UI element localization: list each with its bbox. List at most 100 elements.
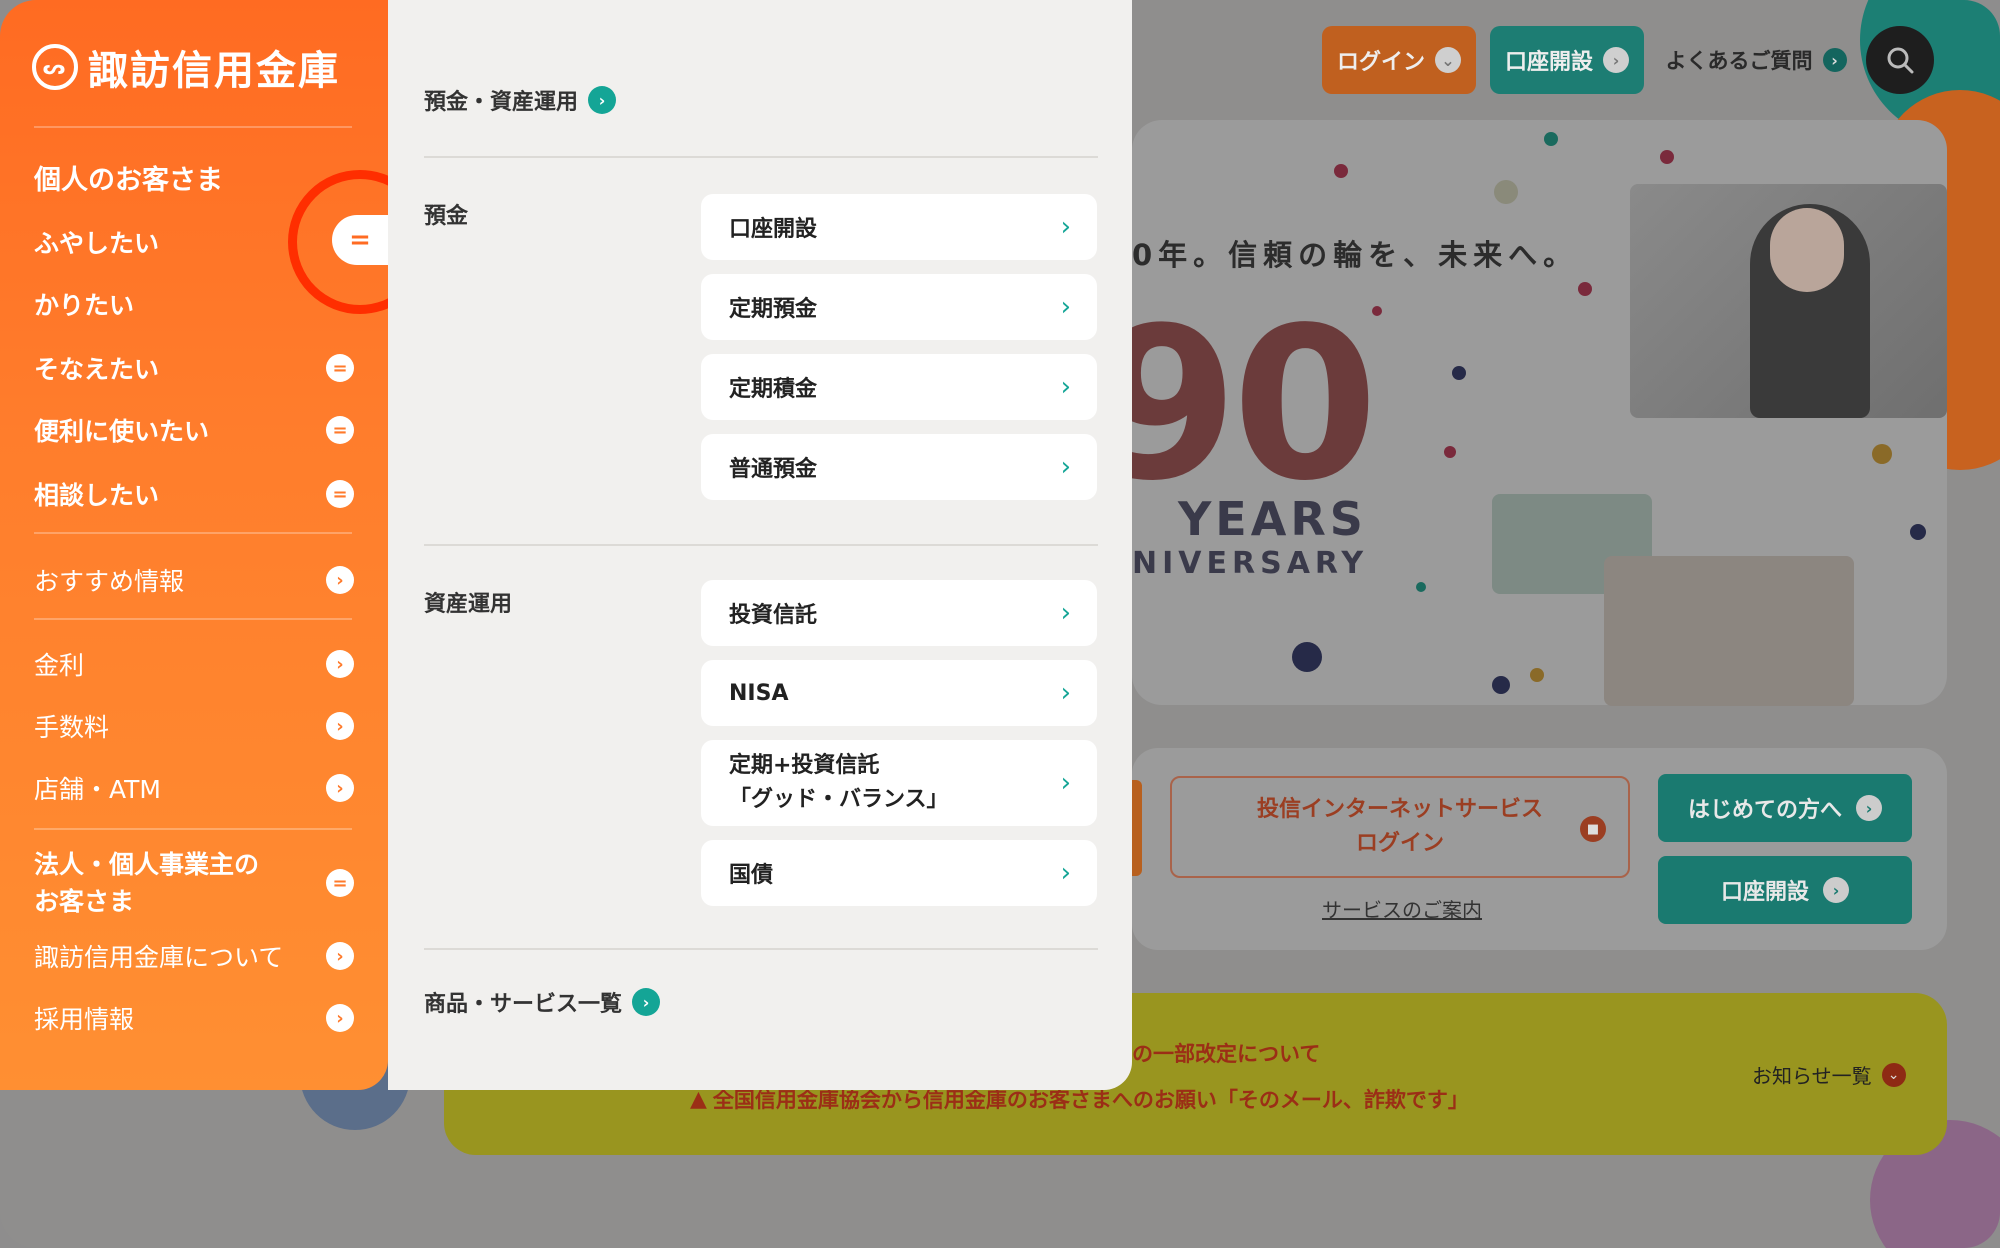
sidebar-item-label: 諏訪信用金庫について bbox=[34, 943, 284, 972]
menu-card-ordinary-deposit[interactable]: 普通預金 › bbox=[701, 434, 1097, 500]
menu-card-label-line2: 「グッド・バランス」 bbox=[729, 787, 949, 812]
divider bbox=[424, 948, 1098, 950]
menu-expand-icon: = bbox=[326, 354, 354, 382]
submenu-panel: 預金・資産運用 › 預金 口座開設 › 定期預金 › 定期積金 › 普通預金 ›… bbox=[388, 0, 1132, 1090]
sidebar-item-consult[interactable]: 相談したい = bbox=[34, 476, 354, 512]
sidebar-item-recommended[interactable]: おすすめ情報 › bbox=[34, 562, 354, 598]
sidebar-item-recruit[interactable]: 採用情報 › bbox=[34, 1000, 354, 1036]
chevron-right-icon: › bbox=[326, 942, 354, 970]
sidebar-item-fees[interactable]: 手数料 › bbox=[34, 708, 354, 744]
menu-expand-icon: = bbox=[326, 480, 354, 508]
internet-login-line1: 投信インターネットサービス bbox=[1256, 797, 1543, 822]
chevron-right-icon: › bbox=[326, 1004, 354, 1032]
menu-card-installment-savings[interactable]: 定期積金 › bbox=[701, 354, 1097, 420]
sidebar-item-corporate[interactable]: 法人・個人事業主の お客さま = bbox=[34, 846, 354, 920]
hero-photo-family bbox=[1604, 556, 1854, 706]
chevron-right-icon: › bbox=[1822, 48, 1847, 72]
confetti-dot bbox=[1530, 668, 1544, 682]
investment-group-label: 資産運用 bbox=[424, 592, 513, 617]
first-time-label: はじめての方へ bbox=[1687, 798, 1842, 823]
chevron-right-icon: › bbox=[1060, 452, 1071, 482]
chevron-right-icon: › bbox=[588, 86, 617, 114]
confetti-dot bbox=[1910, 524, 1926, 540]
menu-card-nisa[interactable]: NISA › bbox=[701, 660, 1097, 726]
deposits-investment-link[interactable]: 預金・資産運用 › bbox=[424, 84, 617, 116]
divider bbox=[424, 544, 1098, 546]
menu-card-government-bonds[interactable]: 国債 › bbox=[701, 840, 1097, 906]
confetti-dot bbox=[1660, 150, 1674, 164]
chevron-right-icon: › bbox=[326, 774, 354, 802]
chevron-right-icon: › bbox=[1060, 598, 1071, 628]
site-logo[interactable]: ᔕ 諏訪信用金庫 bbox=[32, 38, 340, 96]
corporate-line1: 法人・個人事業主の bbox=[34, 850, 260, 879]
chevron-right-icon: › bbox=[326, 650, 354, 678]
chevron-down-icon: ⌄ bbox=[1435, 47, 1461, 73]
corporate-line2: お客さま bbox=[34, 887, 135, 916]
sidebar-item-label: おすすめ情報 bbox=[34, 567, 185, 596]
notice-list-label: お知らせ一覧 bbox=[1752, 1064, 1872, 1088]
menu-card-good-balance[interactable]: 定期+投資信託 「グッド・バランス」 › bbox=[701, 740, 1097, 826]
sidebar-item-label: 相談したい bbox=[34, 481, 160, 510]
sidebar-item-label: 手数料 bbox=[34, 713, 110, 742]
sidebar-item-convenient[interactable]: 便利に使いたい = bbox=[34, 412, 354, 448]
menu-card-label-line1: 定期+投資信託 bbox=[729, 753, 880, 778]
sidebar-item-label: 店舗・ATM bbox=[34, 775, 162, 804]
hero-banner: 0年。信頼の輪を、未来へ。 90 YEARS NIVERSARY bbox=[1092, 120, 1947, 706]
sidebar-item-label: そなえたい bbox=[34, 355, 160, 384]
screen-frame: ログイン ⌄ 口座開設 › よくあるご質問 › 0年。信頼の輪を、未来へ。 90… bbox=[0, 0, 2000, 1248]
logo-text: 諏訪信用金庫 bbox=[88, 48, 340, 94]
anniversary-label: NIVERSARY bbox=[1132, 546, 1369, 581]
sidebar-item-branches-atm[interactable]: 店舗・ATM › bbox=[34, 770, 354, 806]
chevron-right-icon: › bbox=[1060, 678, 1071, 708]
hero-photo-staff bbox=[1630, 184, 1947, 418]
search-button[interactable] bbox=[1866, 26, 1934, 94]
section-personal[interactable]: 個人のお客さま bbox=[34, 158, 354, 197]
years-label: YEARS bbox=[1178, 492, 1367, 546]
internet-login-button[interactable]: 投信インターネットサービス ログイン ■ bbox=[1170, 776, 1630, 878]
hero-tagline: 0年。信頼の輪を、未来へ。 bbox=[1132, 238, 1579, 272]
sidebar-item-label: 金利 bbox=[34, 651, 85, 680]
confetti-dot bbox=[1544, 132, 1558, 146]
account-open-service-button[interactable]: 口座開設 › bbox=[1658, 856, 1912, 924]
service-guide-link[interactable]: サービスのご案内 bbox=[1322, 894, 1482, 923]
confetti-dot bbox=[1492, 676, 1510, 694]
sidebar-item-prepare[interactable]: そなえたい = bbox=[34, 350, 354, 386]
menu-card-account-open[interactable]: 口座開設 › bbox=[701, 194, 1097, 260]
sidebar-item-label: かりたい bbox=[34, 291, 135, 320]
account-open-header-button[interactable]: 口座開設 › bbox=[1490, 26, 1644, 94]
anniversary-number: 90 bbox=[1092, 282, 1378, 527]
notice-item-1[interactable]: の一部改定について bbox=[1132, 1038, 1320, 1068]
warning-icon: ▲ bbox=[690, 1086, 707, 1112]
notice-list-link[interactable]: お知らせ一覧 ⌄ bbox=[1752, 1060, 1906, 1089]
login-label: ログイン bbox=[1336, 50, 1425, 75]
sidebar-item-label: 便利に使いたい bbox=[34, 417, 210, 446]
menu-card-label: NISA bbox=[729, 680, 789, 706]
account-open-service-label: 口座開設 bbox=[1720, 880, 1809, 905]
faq-link[interactable]: よくあるご質問 › bbox=[1656, 26, 1856, 94]
deposits-group-label: 預金 bbox=[424, 204, 469, 229]
logo-mark-icon: ᔕ bbox=[32, 44, 78, 90]
menu-card-label: 投資信託 bbox=[729, 603, 818, 628]
sidebar-item-about[interactable]: 諏訪信用金庫について › bbox=[34, 938, 354, 974]
menu-card-time-deposit[interactable]: 定期預金 › bbox=[701, 274, 1097, 340]
first-time-button[interactable]: はじめての方へ › bbox=[1658, 774, 1912, 842]
sidebar-item-interest-rates[interactable]: 金利 › bbox=[34, 646, 354, 682]
menu-card-investment-trust[interactable]: 投資信託 › bbox=[701, 580, 1097, 646]
chevron-right-icon: › bbox=[326, 566, 354, 594]
all-products-link[interactable]: 商品・サービス一覧 › bbox=[424, 986, 661, 1018]
confetti-dot bbox=[1494, 180, 1518, 204]
menu-expand-icon: = bbox=[326, 416, 354, 444]
confetti-dot bbox=[1578, 282, 1592, 296]
sidebar-item-borrow[interactable]: かりたい bbox=[34, 286, 354, 322]
side-navigation: ᔕ 諏訪信用金庫 個人のお客さま ふやしたい かりたい そなえたい = 便利に使… bbox=[0, 0, 388, 1090]
divider bbox=[34, 532, 352, 534]
all-products-label: 商品・サービス一覧 bbox=[424, 992, 623, 1017]
section-personal-label: 個人のお客さま bbox=[34, 165, 223, 196]
chevron-right-icon: › bbox=[1060, 292, 1071, 322]
lock-icon: ■ bbox=[1580, 816, 1606, 842]
menu-card-label: 国債 bbox=[729, 863, 774, 888]
menu-card-label: 定期積金 bbox=[729, 377, 818, 402]
login-button[interactable]: ログイン ⌄ bbox=[1322, 26, 1476, 94]
sidebar-item-label: ふやしたい bbox=[34, 229, 160, 258]
confetti-dot bbox=[1292, 642, 1322, 672]
